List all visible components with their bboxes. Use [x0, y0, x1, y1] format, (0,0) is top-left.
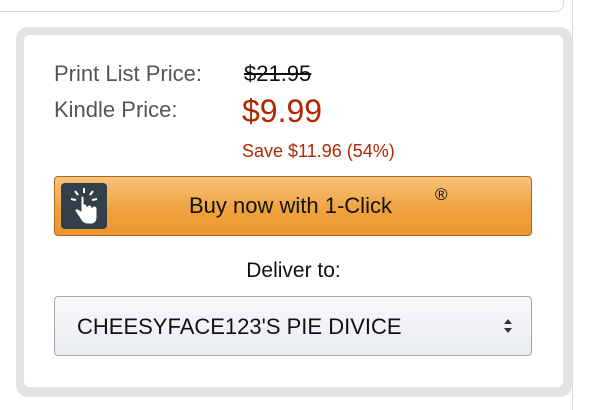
registered-mark: ® — [435, 185, 448, 204]
page: Print List Price: $21.95 Kindle Price: $… — [0, 0, 590, 410]
select-updown-icon — [501, 316, 515, 336]
device-select[interactable]: CHEESYFACE123'S PIE DIVICE — [54, 296, 532, 356]
right-panel-edge — [572, 0, 590, 410]
buy-now-one-click-button[interactable]: Buy now with 1-Click ® — [54, 176, 532, 236]
savings-text: Save $11.96 (54%) — [242, 141, 395, 161]
buy-now-label: Buy now with 1-Click — [189, 193, 392, 218]
print-list-price-value: $21.95 — [244, 61, 312, 86]
kindle-price-label: Kindle Price: — [54, 97, 178, 122]
buybox: Print List Price: $21.95 Kindle Price: $… — [24, 35, 563, 387]
deliver-to-label: Deliver to: — [246, 259, 341, 282]
previous-panel — [0, 0, 564, 12]
kindle-price-value: $9.99 — [242, 93, 323, 129]
one-click-hand-icon — [61, 183, 107, 229]
selected-device: CHEESYFACE123'S PIE DIVICE — [77, 314, 402, 339]
print-list-price-label: Print List Price: — [54, 61, 202, 86]
